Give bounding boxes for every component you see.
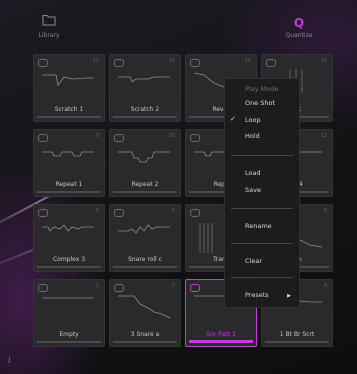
pad-label: Scratch 2 [130, 106, 160, 113]
pad-number: 1 [95, 283, 99, 289]
pad-number: 8 [323, 208, 327, 214]
pad-context-menu: Play Mode One Shot ✓ Loop Hold Load Save… [224, 78, 300, 308]
chat-bubble-icon [190, 209, 200, 217]
library-button[interactable]: Library [36, 14, 62, 39]
pad-1[interactable]: 1 Empty [33, 279, 105, 347]
pad-level-bar [189, 340, 253, 343]
pad-label: 3 Snare a [130, 331, 160, 338]
menu-item-hold[interactable]: Hold [245, 132, 260, 140]
chat-bubble-icon [190, 134, 200, 142]
library-label: Library [38, 32, 60, 39]
pad-level-bar [113, 341, 177, 343]
pad-label: Empty [59, 331, 79, 338]
waveform-icon [42, 224, 94, 232]
menu-divider [231, 155, 293, 156]
chat-bubble-icon [38, 134, 48, 142]
pad-2[interactable]: 2 3 Snare a [109, 279, 181, 347]
waveform-icon [118, 295, 171, 319]
waveform-icon [42, 74, 94, 86]
pad-6[interactable]: 6 Snare roll c [109, 204, 181, 272]
menu-header-play-mode: Play Mode [245, 85, 279, 93]
chat-bubble-icon [114, 134, 124, 142]
pad-number: 16 [320, 58, 327, 64]
menu-divider [231, 208, 293, 209]
pad-number: 13 [92, 58, 99, 64]
menu-item-load[interactable]: Load [245, 169, 261, 177]
quantize-icon: Q [293, 16, 305, 30]
waveform-icon [118, 151, 170, 163]
chat-bubble-icon [266, 59, 276, 67]
pad-number: 6 [171, 208, 175, 214]
pad-number: 9 [95, 133, 99, 139]
pad-9[interactable]: 9 Repeat 1 [33, 129, 105, 197]
chat-bubble-icon [190, 59, 200, 67]
pad-10[interactable]: 10 Repeat 2 [109, 129, 181, 197]
pad-level-bar [113, 266, 177, 268]
menu-item-one-shot[interactable]: One Shot [245, 99, 275, 107]
waveform-icon [118, 224, 170, 234]
check-icon: ✓ [230, 115, 236, 123]
pad-label: Repeat 2 [131, 181, 159, 188]
menu-item-clear[interactable]: Clear [245, 257, 262, 265]
pad-number: 10 [168, 133, 175, 139]
pad-number: 4 [323, 283, 327, 289]
pad-label: Repeat 1 [55, 181, 83, 188]
pad-level-bar [37, 266, 101, 268]
pad-13[interactable]: 13 Scratch 1 [33, 54, 105, 122]
menu-item-presets[interactable]: Presets [245, 291, 269, 299]
pad-label: Snr Patt 3 [206, 331, 236, 338]
pad-number: 15 [244, 58, 251, 64]
chat-bubble-icon [114, 59, 124, 67]
pad-number: 14 [168, 58, 175, 64]
pad-label: Snare roll c [128, 256, 162, 263]
chat-bubble-icon [114, 284, 124, 292]
pad-label: Complex 3 [52, 256, 86, 263]
pad-14[interactable]: 14 Scratch 2 [109, 54, 181, 122]
waveform-icon [118, 76, 170, 83]
info-icon[interactable]: i [8, 356, 11, 366]
waveform-icon [42, 151, 94, 157]
menu-item-save[interactable]: Save [245, 186, 261, 194]
pad-level-bar [37, 341, 101, 343]
pad-level-bar [113, 191, 177, 193]
pad-label: Scratch 1 [54, 106, 84, 113]
chat-bubble-icon [190, 284, 200, 292]
pad-level-bar [113, 116, 177, 118]
pad-level-bar [37, 116, 101, 118]
folder-icon [36, 14, 62, 32]
quantize-label: Quantize [285, 32, 313, 39]
menu-item-loop[interactable]: Loop [245, 116, 261, 124]
chat-bubble-icon [38, 59, 48, 67]
menu-divider [231, 243, 293, 244]
waveform-icon [42, 297, 94, 299]
pad-5[interactable]: 5 Complex 3 [33, 204, 105, 272]
chat-bubble-icon [114, 209, 124, 217]
pad-number: 12 [320, 133, 327, 139]
menu-divider [231, 277, 293, 278]
quantize-button[interactable]: Q Quantize [282, 14, 316, 39]
chat-bubble-icon [38, 209, 48, 217]
pad-level-bar [265, 341, 329, 343]
menu-item-rename[interactable]: Rename [245, 222, 272, 230]
pad-number: 2 [171, 283, 175, 289]
chevron-right-icon: ▶ [287, 293, 291, 299]
pad-label: 1 Bt Br Scrt [279, 331, 315, 338]
chat-bubble-icon [38, 284, 48, 292]
pad-level-bar [37, 191, 101, 193]
pad-number: 5 [95, 208, 99, 214]
